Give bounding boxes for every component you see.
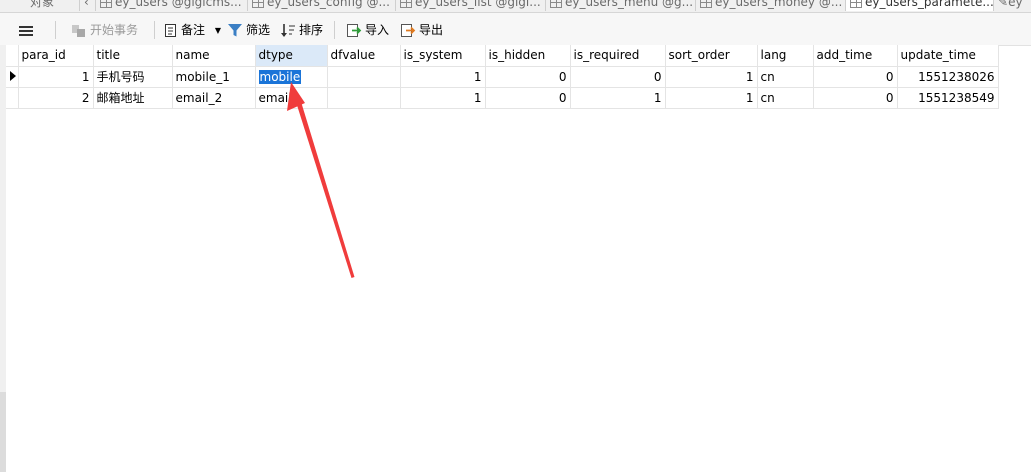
column-header-is-hidden[interactable]: is_hidden: [485, 45, 571, 67]
column-header-title[interactable]: title: [93, 45, 173, 67]
memo-button[interactable]: 备注 ▼: [164, 21, 221, 39]
cell-name[interactable]: mobile_1: [172, 66, 256, 88]
left-gutter: [0, 45, 6, 472]
import-label: 导入: [365, 23, 390, 37]
selected-cell-value[interactable]: mobile: [257, 68, 303, 85]
cell-is-required[interactable]: 0: [570, 66, 666, 88]
tab-objects[interactable]: 对象: [0, 0, 80, 11]
tab-label: ey_users_paramete...: [865, 0, 994, 9]
cell-name[interactable]: email_2: [172, 87, 256, 109]
begin-transaction-button[interactable]: 开始事务: [71, 21, 138, 39]
column-header-lang[interactable]: lang: [757, 45, 814, 67]
cell-dtype[interactable]: email: [255, 87, 328, 109]
cell-para-id[interactable]: 2: [18, 87, 94, 109]
tab-ey-users-parameter[interactable]: ey_users_paramete...: [846, 0, 994, 11]
table-icon: [550, 0, 562, 8]
toolbar: 开始事务 备注 ▼ 筛选 排序 导入 导出: [0, 13, 1031, 46]
cell-sort-order[interactable]: 1: [665, 66, 758, 88]
hamburger-icon: [19, 25, 33, 36]
cell-title[interactable]: 手机号码: [93, 66, 173, 88]
cell-dtype[interactable]: mobile: [255, 66, 328, 88]
chevron-left-icon: ‹: [84, 0, 89, 9]
cell-lang[interactable]: cn: [757, 66, 814, 88]
data-grid-area: para_id title name dtype dfvalue is_syst…: [0, 45, 1031, 472]
column-header-add-time[interactable]: add_time: [813, 45, 898, 67]
cell-add-time[interactable]: 0: [813, 87, 898, 109]
scroll-marker: [0, 392, 6, 472]
tab-bar: 对象 ‹ ey_users @gigicms... ey_users_confi…: [0, 0, 1031, 13]
table-icon: [252, 0, 264, 8]
cell-is-hidden[interactable]: 0: [485, 66, 571, 88]
menu-button[interactable]: [19, 21, 35, 39]
filter-label: 筛选: [246, 23, 271, 37]
header-row: para_id title name dtype dfvalue is_syst…: [6, 45, 999, 67]
column-header-update-time[interactable]: update_time: [897, 45, 999, 67]
cell-title[interactable]: 邮箱地址: [93, 87, 173, 109]
cell-update-time[interactable]: 1551238026: [897, 66, 999, 88]
table-row[interactable]: 1 手机号码 mobile_1 mobile 1 0 0 1 cn 0 1551…: [6, 66, 999, 88]
sort-button[interactable]: 排序: [280, 21, 323, 39]
memo-icon: [165, 24, 176, 37]
memo-label: 备注: [181, 23, 206, 37]
column-header-is-required[interactable]: is_required: [570, 45, 666, 67]
table-icon: [100, 0, 112, 8]
row-pointer-icon: [10, 70, 16, 81]
export-label: 导出: [419, 23, 444, 37]
tab-label: ey_users_money @...: [715, 0, 843, 9]
tab-label: 对象: [30, 0, 55, 9]
tab-ey-users-menu[interactable]: ey_users_menu @g...: [546, 0, 696, 11]
import-icon: [347, 24, 362, 37]
cell-dfvalue[interactable]: [327, 66, 401, 88]
table-icon: [700, 0, 712, 8]
table-icon: [850, 0, 862, 8]
column-header-is-system[interactable]: is_system: [400, 45, 486, 67]
cell-lang[interactable]: cn: [757, 87, 814, 109]
cell-dfvalue[interactable]: [327, 87, 401, 109]
column-header-dtype[interactable]: dtype: [255, 45, 328, 67]
filter-button[interactable]: 筛选: [227, 21, 270, 39]
tab-ey-query[interactable]: ✎ey: [994, 0, 1031, 11]
tab-ey-users[interactable]: ey_users @gigicms...: [96, 0, 248, 11]
column-header-dfvalue[interactable]: dfvalue: [327, 45, 401, 67]
toolbar-divider: [334, 21, 335, 39]
tab-ey-users-config[interactable]: ey_users_config @...: [248, 0, 396, 11]
cell-update-time[interactable]: 1551238549: [897, 87, 999, 109]
tab-label: ey_users @gigicms...: [115, 0, 242, 9]
tab-ey-users-list[interactable]: ey_users_list @gigi...: [396, 0, 546, 11]
toolbar-divider: [55, 21, 56, 39]
column-header-sort-order[interactable]: sort_order: [665, 45, 758, 67]
cell-is-hidden[interactable]: 0: [485, 87, 571, 109]
tab-label: ey_users_menu @g...: [565, 0, 694, 9]
cell-is-system[interactable]: 1: [400, 87, 486, 109]
current-row-indicator: [6, 66, 19, 88]
toolbar-divider: [154, 21, 155, 39]
import-button[interactable]: 导入: [346, 21, 389, 39]
pencil-icon: ✎: [998, 0, 1009, 9]
row-indicator: [6, 87, 19, 109]
data-grid: para_id title name dtype dfvalue is_syst…: [6, 45, 999, 109]
tab-label: ey: [1008, 0, 1023, 9]
cell-add-time[interactable]: 0: [813, 66, 898, 88]
cell-sort-order[interactable]: 1: [665, 87, 758, 109]
begin-transaction-label: 开始事务: [90, 23, 139, 37]
dropdown-arrow-icon: ▼: [214, 25, 221, 35]
tab-label: ey_users_list @gigi...: [415, 0, 541, 9]
tab-ey-users-money[interactable]: ey_users_money @...: [696, 0, 846, 11]
cell-is-required[interactable]: 1: [570, 87, 666, 109]
export-icon: [401, 24, 416, 37]
filter-icon: [228, 24, 242, 37]
sort-icon: [281, 24, 295, 37]
column-header-name[interactable]: name: [172, 45, 256, 67]
cell-para-id[interactable]: 1: [18, 66, 94, 88]
export-button[interactable]: 导出: [400, 21, 443, 39]
tab-label: ey_users_config @...: [267, 0, 390, 9]
cell-is-system[interactable]: 1: [400, 66, 486, 88]
column-header-para-id[interactable]: para_id: [18, 45, 94, 67]
transaction-icon: [72, 24, 85, 37]
table-icon: [400, 0, 412, 8]
table-row[interactable]: 2 邮箱地址 email_2 email 1 0 1 1 cn 0 155123…: [6, 87, 999, 109]
sort-label: 排序: [299, 23, 324, 37]
tab-scroll-left[interactable]: ‹: [80, 0, 96, 11]
row-indicator-header: [6, 45, 19, 67]
